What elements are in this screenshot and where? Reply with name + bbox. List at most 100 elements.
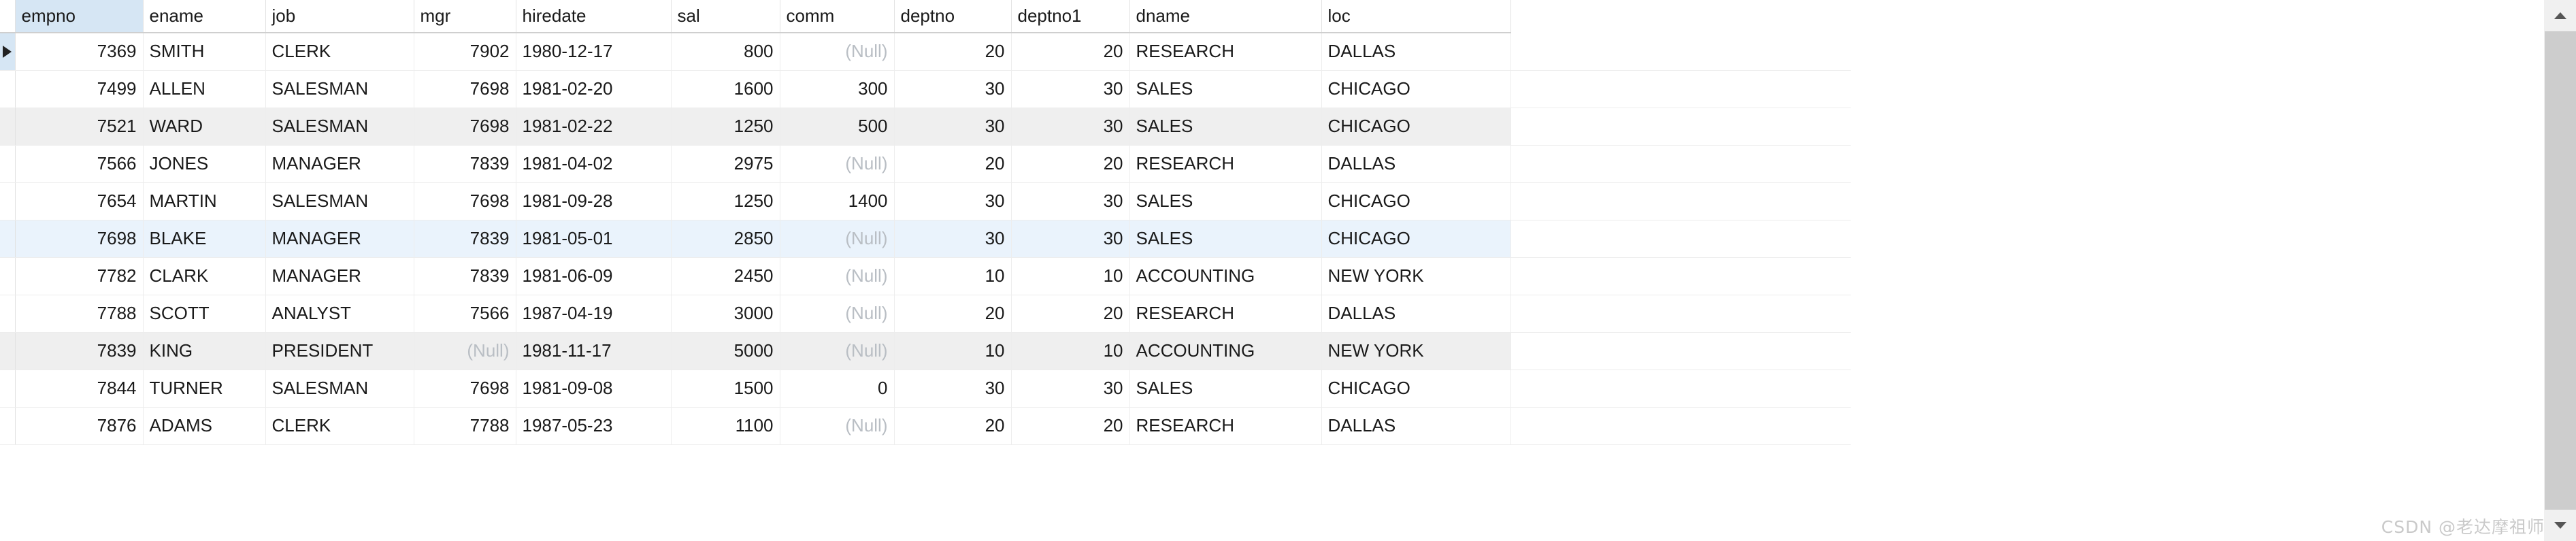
scrollbar-thumb[interactable] — [2545, 31, 2576, 511]
column-header-mgr[interactable]: mgr — [414, 0, 516, 33]
cell-comm[interactable]: (Null) — [780, 33, 895, 71]
cell-dname[interactable]: RESEARCH — [1129, 295, 1322, 333]
column-header-loc[interactable]: loc — [1321, 0, 1511, 33]
cell-sal[interactable]: 2975 — [671, 145, 780, 183]
cell-loc[interactable]: DALLAS — [1321, 145, 1511, 183]
cell-hiredate[interactable]: 1987-04-19 — [516, 295, 672, 333]
cell-dname[interactable]: ACCOUNTING — [1129, 257, 1322, 295]
cell-ename[interactable]: KING — [143, 332, 266, 370]
table-row[interactable]: 7788 SCOTT ANALYST 7566 1987-04-19 3000 (Null)… — [0, 295, 1851, 333]
cell-empno[interactable]: 7876 — [15, 407, 144, 445]
cell-job[interactable]: MANAGER — [265, 220, 414, 258]
cell-ename[interactable]: MARTIN — [143, 182, 266, 220]
cell-hiredate[interactable]: 1981-04-02 — [516, 145, 672, 183]
cell-loc[interactable]: DALLAS — [1321, 33, 1511, 71]
cell-loc[interactable]: NEW YORK — [1321, 257, 1511, 295]
cell-job[interactable]: MANAGER — [265, 257, 414, 295]
cell-job[interactable]: PRESIDENT — [265, 332, 414, 370]
table-row[interactable]: 7566 JONES MANAGER 7839 1981-04-02 2975 (Null)… — [0, 145, 1851, 183]
cell-mgr[interactable]: 7839 — [414, 145, 516, 183]
cell-deptno[interactable]: 20 — [894, 407, 1012, 445]
cell-sal[interactable]: 2450 — [671, 257, 780, 295]
cell-comm[interactable]: 300 — [780, 70, 895, 108]
cell-hiredate[interactable]: 1981-02-20 — [516, 70, 672, 108]
row-selector-cell[interactable] — [0, 108, 16, 146]
cell-ename[interactable]: ALLEN — [143, 70, 266, 108]
cell-sal[interactable]: 3000 — [671, 295, 780, 333]
cell-job[interactable]: SALESMAN — [265, 182, 414, 220]
cell-sal[interactable]: 2850 — [671, 220, 780, 258]
cell-mgr[interactable]: 7698 — [414, 70, 516, 108]
cell-sal[interactable]: 1250 — [671, 108, 780, 146]
cell-mgr[interactable]: 7839 — [414, 257, 516, 295]
table-row[interactable]: 7844 TURNER SALESMAN 7698 1981-09-08 1500 0 30 3… — [0, 370, 1851, 408]
cell-empno[interactable]: 7844 — [15, 370, 144, 408]
cell-deptno[interactable]: 20 — [894, 145, 1012, 183]
row-selector-cell[interactable] — [0, 70, 16, 108]
column-header-job[interactable]: job — [265, 0, 414, 33]
cell-empno[interactable]: 7369 — [15, 33, 144, 71]
cell-empno[interactable]: 7654 — [15, 182, 144, 220]
cell-deptno1[interactable]: 20 — [1011, 33, 1130, 71]
table-row[interactable]: 7698 BLAKE MANAGER 7839 1981-05-01 2850 (Null)… — [0, 220, 1851, 258]
cell-deptno1[interactable]: 30 — [1011, 220, 1130, 258]
table-row[interactable]: 7369 SMITH CLERK 7902 1980-12-17 800 (Null) 20 2… — [0, 33, 1851, 71]
cell-deptno[interactable]: 30 — [894, 108, 1012, 146]
row-selector-cell[interactable] — [0, 295, 16, 333]
cell-empno[interactable]: 7499 — [15, 70, 144, 108]
cell-hiredate[interactable]: 1981-09-28 — [516, 182, 672, 220]
cell-comm[interactable]: (Null) — [780, 257, 895, 295]
cell-loc[interactable]: CHICAGO — [1321, 220, 1511, 258]
cell-dname[interactable]: SALES — [1129, 370, 1322, 408]
column-header-deptno[interactable]: deptno — [894, 0, 1012, 33]
cell-job[interactable]: CLERK — [265, 407, 414, 445]
cell-ename[interactable]: SCOTT — [143, 295, 266, 333]
result-grid-viewport[interactable]: empno ename job mgr hiredate sal comm deptno dep… — [0, 0, 1851, 541]
column-header-comm[interactable]: comm — [780, 0, 895, 33]
cell-job[interactable]: SALESMAN — [265, 70, 414, 108]
cell-deptno1[interactable]: 30 — [1011, 182, 1130, 220]
cell-deptno1[interactable]: 10 — [1011, 332, 1130, 370]
cell-mgr[interactable]: (Null) — [414, 332, 516, 370]
row-selector-cell[interactable] — [0, 33, 16, 71]
cell-comm[interactable]: (Null) — [780, 145, 895, 183]
cell-dname[interactable]: SALES — [1129, 70, 1322, 108]
row-selector-cell[interactable] — [0, 182, 16, 220]
cell-loc[interactable]: DALLAS — [1321, 407, 1511, 445]
cell-loc[interactable]: CHICAGO — [1321, 70, 1511, 108]
cell-sal[interactable]: 800 — [671, 33, 780, 71]
table-row[interactable]: 7782 CLARK MANAGER 7839 1981-06-09 2450 (Null)… — [0, 257, 1851, 295]
cell-sal[interactable]: 1100 — [671, 407, 780, 445]
cell-empno[interactable]: 7521 — [15, 108, 144, 146]
cell-empno[interactable]: 7698 — [15, 220, 144, 258]
cell-dname[interactable]: SALES — [1129, 182, 1322, 220]
cell-mgr[interactable]: 7698 — [414, 370, 516, 408]
cell-ename[interactable]: TURNER — [143, 370, 266, 408]
cell-ename[interactable]: BLAKE — [143, 220, 266, 258]
cell-deptno[interactable]: 30 — [894, 370, 1012, 408]
grid-body[interactable]: 7369 SMITH CLERK 7902 1980-12-17 800 (Null) 20 2… — [0, 33, 1851, 445]
cell-dname[interactable]: RESEARCH — [1129, 33, 1322, 71]
cell-loc[interactable]: NEW YORK — [1321, 332, 1511, 370]
cell-loc[interactable]: DALLAS — [1321, 295, 1511, 333]
row-selector-cell[interactable] — [0, 370, 16, 408]
cell-sal[interactable]: 1500 — [671, 370, 780, 408]
cell-job[interactable]: SALESMAN — [265, 108, 414, 146]
cell-deptno[interactable]: 20 — [894, 295, 1012, 333]
cell-dname[interactable]: RESEARCH — [1129, 407, 1322, 445]
cell-hiredate[interactable]: 1981-02-22 — [516, 108, 672, 146]
cell-sal[interactable]: 1600 — [671, 70, 780, 108]
cell-hiredate[interactable]: 1987-05-23 — [516, 407, 672, 445]
cell-dname[interactable]: SALES — [1129, 108, 1322, 146]
cell-hiredate[interactable]: 1980-12-17 — [516, 33, 672, 71]
table-row[interactable]: 7499 ALLEN SALESMAN 7698 1981-02-20 1600 300 30… — [0, 70, 1851, 108]
cell-deptno1[interactable]: 20 — [1011, 407, 1130, 445]
cell-mgr[interactable]: 7839 — [414, 220, 516, 258]
row-selector-cell[interactable] — [0, 145, 16, 183]
cell-job[interactable]: CLERK — [265, 33, 414, 71]
cell-mgr[interactable]: 7902 — [414, 33, 516, 71]
cell-deptno1[interactable]: 30 — [1011, 370, 1130, 408]
cell-comm[interactable]: (Null) — [780, 332, 895, 370]
cell-deptno1[interactable]: 20 — [1011, 295, 1130, 333]
cell-dname[interactable]: SALES — [1129, 220, 1322, 258]
